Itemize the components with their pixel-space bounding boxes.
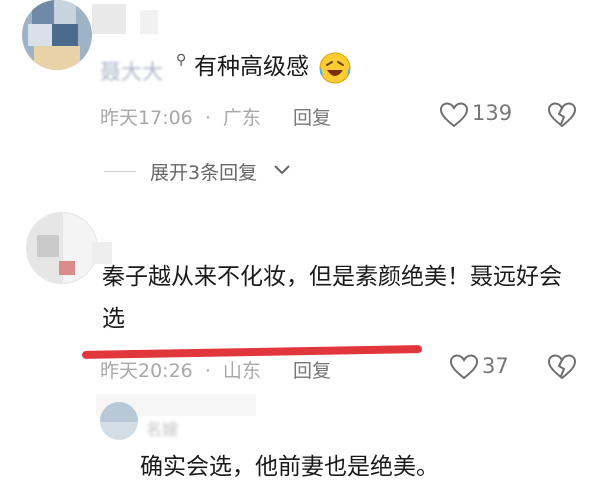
expand-replies-label[interactable]: 展开3条回复 xyxy=(150,158,257,185)
avatar[interactable] xyxy=(100,402,138,440)
reply-button[interactable]: 回复 xyxy=(293,103,331,130)
broken-heart-icon[interactable] xyxy=(548,102,576,128)
location: 广东 xyxy=(222,107,261,129)
divider-line xyxy=(104,171,136,172)
heart-icon[interactable] xyxy=(440,102,468,128)
timestamp: 昨天20:26 xyxy=(100,360,193,382)
timestamp: 昨天17:06 xyxy=(100,107,193,129)
like-count: 37 xyxy=(482,354,509,378)
avatar[interactable] xyxy=(26,212,98,284)
chevron-down-icon[interactable] xyxy=(273,163,291,177)
reply-button[interactable]: 回复 xyxy=(293,356,331,383)
comment-text: 有种高级感 xyxy=(194,54,309,80)
location: 山东 xyxy=(222,360,261,382)
meta-separator: · xyxy=(204,107,211,129)
username[interactable]: 聂大大 xyxy=(100,56,163,86)
avatar-badge xyxy=(92,4,126,34)
username[interactable]: 名嫂 xyxy=(146,416,178,440)
broken-heart-icon[interactable] xyxy=(548,354,576,380)
avatar-badge-shade xyxy=(140,10,158,34)
comment-text: 确实会选，他前妻也是绝美。 xyxy=(140,454,439,480)
laughing-tears-emoji-icon xyxy=(319,52,351,84)
avatar[interactable] xyxy=(22,0,92,70)
search-icon: ⚲ xyxy=(176,52,187,68)
meta-separator: · xyxy=(204,360,211,382)
comment-meta: 昨天20:26 · 山东 xyxy=(100,356,261,383)
like-count: 139 xyxy=(472,101,513,125)
comment-meta: 昨天17:06 · 广东 xyxy=(100,103,261,130)
comment-text: 秦子越从来不化妆，但是素颜绝美！聂远好会选 xyxy=(102,264,562,332)
heart-icon[interactable] xyxy=(450,354,478,380)
